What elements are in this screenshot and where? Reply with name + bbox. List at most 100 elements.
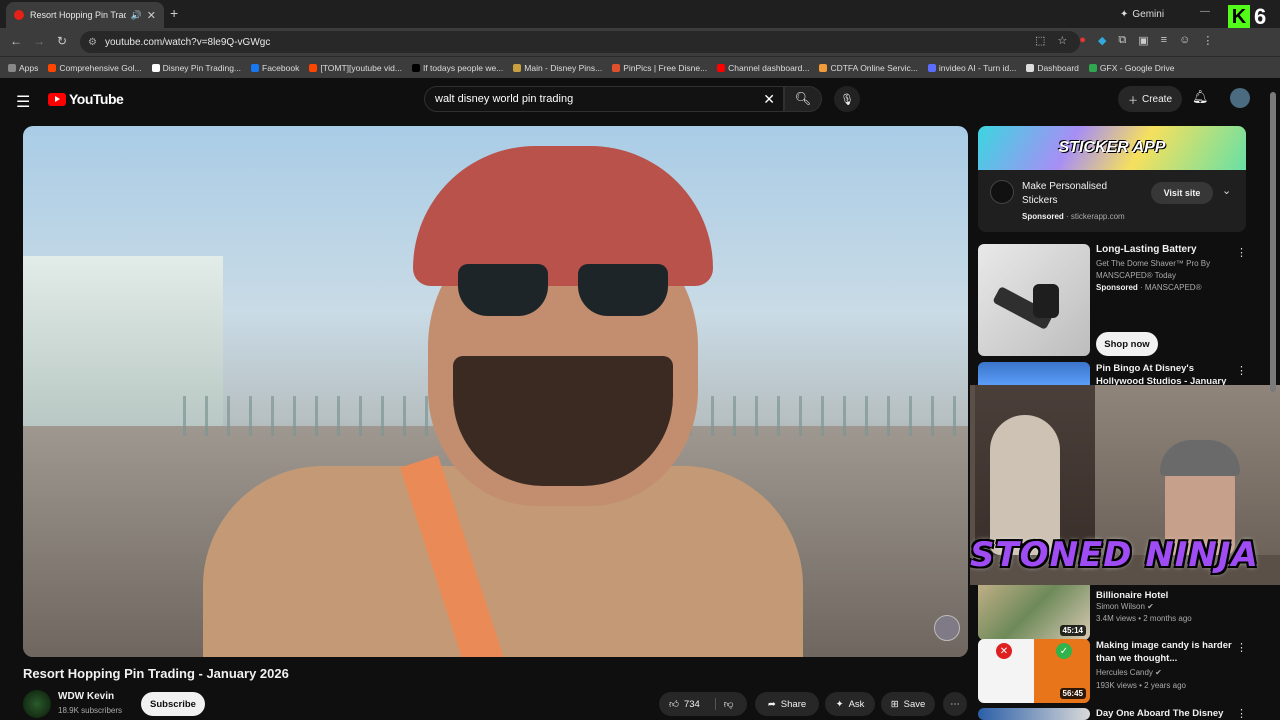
chevron-down-icon[interactable]: ⌄ [1222,184,1231,197]
browser-tab-active[interactable]: Resort Hopping Pin Trading 🔊 ✕ [6,2,164,28]
channel-name[interactable]: WDW Kevin [58,691,114,702]
sticker-ad-banner-text: STICKER APP [1058,139,1166,156]
site-info-icon[interactable]: ⚙ [88,37,97,48]
create-button[interactable]: ＋ Create [1118,86,1182,112]
bookmark-label: Channel dashboard... [728,62,810,73]
bookmark-item[interactable]: Disney Pin Trading... [151,63,241,73]
page-scrollbar[interactable] [1270,86,1276,720]
create-label: Create [1141,93,1172,105]
like-icon[interactable]: 👍︎ [669,698,679,710]
bookmark-item[interactable]: invideo AI - Turn id... [927,63,1016,73]
sticker-ad-banner[interactable]: STICKER APP [978,126,1246,170]
subscribe-button[interactable]: Subscribe [141,692,205,716]
bookmark-item[interactable]: Apps [8,63,38,73]
ad-sponsor-line: Sponsored · stickerapp.com [1022,212,1125,221]
video-thumbnail[interactable] [978,708,1090,720]
clear-search-icon[interactable]: ✕ [763,91,775,108]
channel-name[interactable]: Simon Wilson [1096,602,1145,611]
visit-site-button[interactable]: Visit site [1151,182,1213,204]
dislike-icon[interactable]: 👎︎ [714,698,733,710]
ask-button[interactable]: ✦ Ask [825,692,875,716]
video-player[interactable] [23,126,968,657]
channel-name[interactable]: Hercules Candy [1096,668,1153,677]
extension-blue-icon[interactable]: ◆ [1098,34,1106,47]
x-mark-icon: ✕ [996,643,1012,659]
channel-avatar[interactable] [23,690,51,718]
scrollbar-thumb[interactable] [1270,92,1276,392]
close-tab-icon[interactable]: ✕ [147,9,156,22]
more-actions-button[interactable]: ⋯ [943,692,967,716]
sponsored-label: Sponsored [1022,212,1064,221]
sticker-ad-card[interactable]: Make Personalised Stickers Sponsored · s… [978,170,1246,232]
manscaped-ad-title[interactable]: Long-Lasting Battery [1096,244,1197,255]
recommended-video-title[interactable]: Day One Aboard The Disney [1096,707,1236,720]
recommended-video-title[interactable]: Making image candy is harder than we tho… [1096,639,1236,665]
new-tab-button[interactable]: + [170,5,178,21]
bookmark-item[interactable]: Main - Disney Pins... [513,63,602,73]
video-channel: Hercules Candy ✔ [1096,667,1162,679]
speaker-icon[interactable]: 🔊 [131,10,142,21]
youtube-logo[interactable]: YouTube [48,91,124,107]
bookmark-favicon-icon [513,63,522,72]
verified-icon: ✔ [1147,602,1154,611]
ask-label: Ask [848,698,865,710]
bookmark-favicon-icon [927,63,936,72]
ad-options-icon[interactable]: ⋮ [1236,246,1247,259]
bookmark-label: If todays people we... [422,62,504,73]
profile-icon[interactable]: ☺ [1179,34,1190,47]
share-label: Share [780,698,807,710]
media-icon[interactable]: ≡ [1161,34,1167,47]
bookmark-item[interactable]: Channel dashboard... [717,63,809,73]
forward-icon[interactable]: → [33,34,45,48]
save-button[interactable]: ⊞ Save [881,692,935,716]
tab-title: Resort Hopping Pin Trading [30,10,126,20]
youtube-play-icon [48,92,66,106]
video-options-icon[interactable]: ⋮ [1236,364,1247,377]
bookmark-item[interactable]: [TOMT][youtube vid... [309,63,402,73]
search-input[interactable]: walt disney world pin trading ✕ [424,86,784,112]
bookmark-item[interactable]: CDTFA Online Servic... [819,63,918,73]
extension-red-icon[interactable]: ● [1079,34,1086,47]
puzzle-icon[interactable]: ⧉ [1118,34,1126,47]
install-icon[interactable]: ⬚ [1035,34,1045,47]
save-playlist-icon: ⊞ [890,698,899,710]
bookmark-item[interactable]: Comprehensive Gol... [48,63,142,73]
bookmark-item[interactable]: Facebook [251,63,299,73]
minimize-icon[interactable]: — [1200,6,1210,17]
bookmark-favicon-icon [1088,63,1097,72]
ad-title[interactable]: Make Personalised Stickers [1022,180,1142,208]
channel-watermark[interactable] [934,615,960,641]
sidepanel-icon[interactable]: ▣ [1138,34,1148,47]
bookmark-item[interactable]: Dashboard [1026,63,1079,73]
shop-now-button[interactable]: Shop now [1096,332,1158,356]
address-bar[interactable]: ⚙ youtube.com/watch?v=8le9Q-vGWgc [80,31,1080,53]
video-channel: Simon Wilson ✔ [1096,601,1154,613]
menu-dots-icon[interactable]: ⋮ [1202,34,1213,47]
back-icon[interactable]: ← [10,34,22,48]
reload-icon[interactable]: ↻ [57,34,67,48]
bookmark-item[interactable]: If todays people we... [411,62,504,73]
video-options-icon[interactable]: ⋮ [1236,707,1247,720]
gemini-button[interactable]: ✦ Gemini [1120,6,1164,22]
video-options-icon[interactable]: ⋮ [1236,641,1247,654]
bookmarks-bar: Apps Comprehensive Gol... Disney Pin Tradi… [0,56,1280,78]
youtube-wordmark: YouTube [69,91,124,107]
bookmark-item[interactable]: PinPics | Free Disne... [612,63,707,73]
search-button[interactable]: 🔍︎ [784,86,822,112]
microphone-icon: 🎙︎ [840,93,854,106]
menu-icon[interactable]: ☰ [16,92,30,112]
bookmark-star-icon[interactable]: ☆ [1057,34,1067,47]
bookmark-favicon-icon [309,63,318,72]
bookmark-item[interactable]: GFX - Google Drive [1088,63,1175,73]
share-button[interactable]: ➦ Share [755,692,819,716]
voice-search-button[interactable]: 🎙︎ [834,86,860,112]
notifications-bell-icon[interactable]: 🔔︎ [1192,89,1209,105]
manscaped-ad-subtitle: Get The Dome Shaver™ Pro By MANSCAPED® T… [1096,259,1211,280]
video-thumbnail[interactable]: 45:14 [978,576,1090,640]
search-icon: 🔍︎ [794,91,812,106]
bookmark-label: [TOMT][youtube vid... [320,62,402,73]
video-thumbnail[interactable]: ✕ ✓ 56:45 [978,639,1090,703]
manscaped-ad-thumbnail[interactable] [978,244,1090,356]
account-avatar[interactable] [1230,88,1250,108]
like-count[interactable]: 734 [684,699,700,710]
